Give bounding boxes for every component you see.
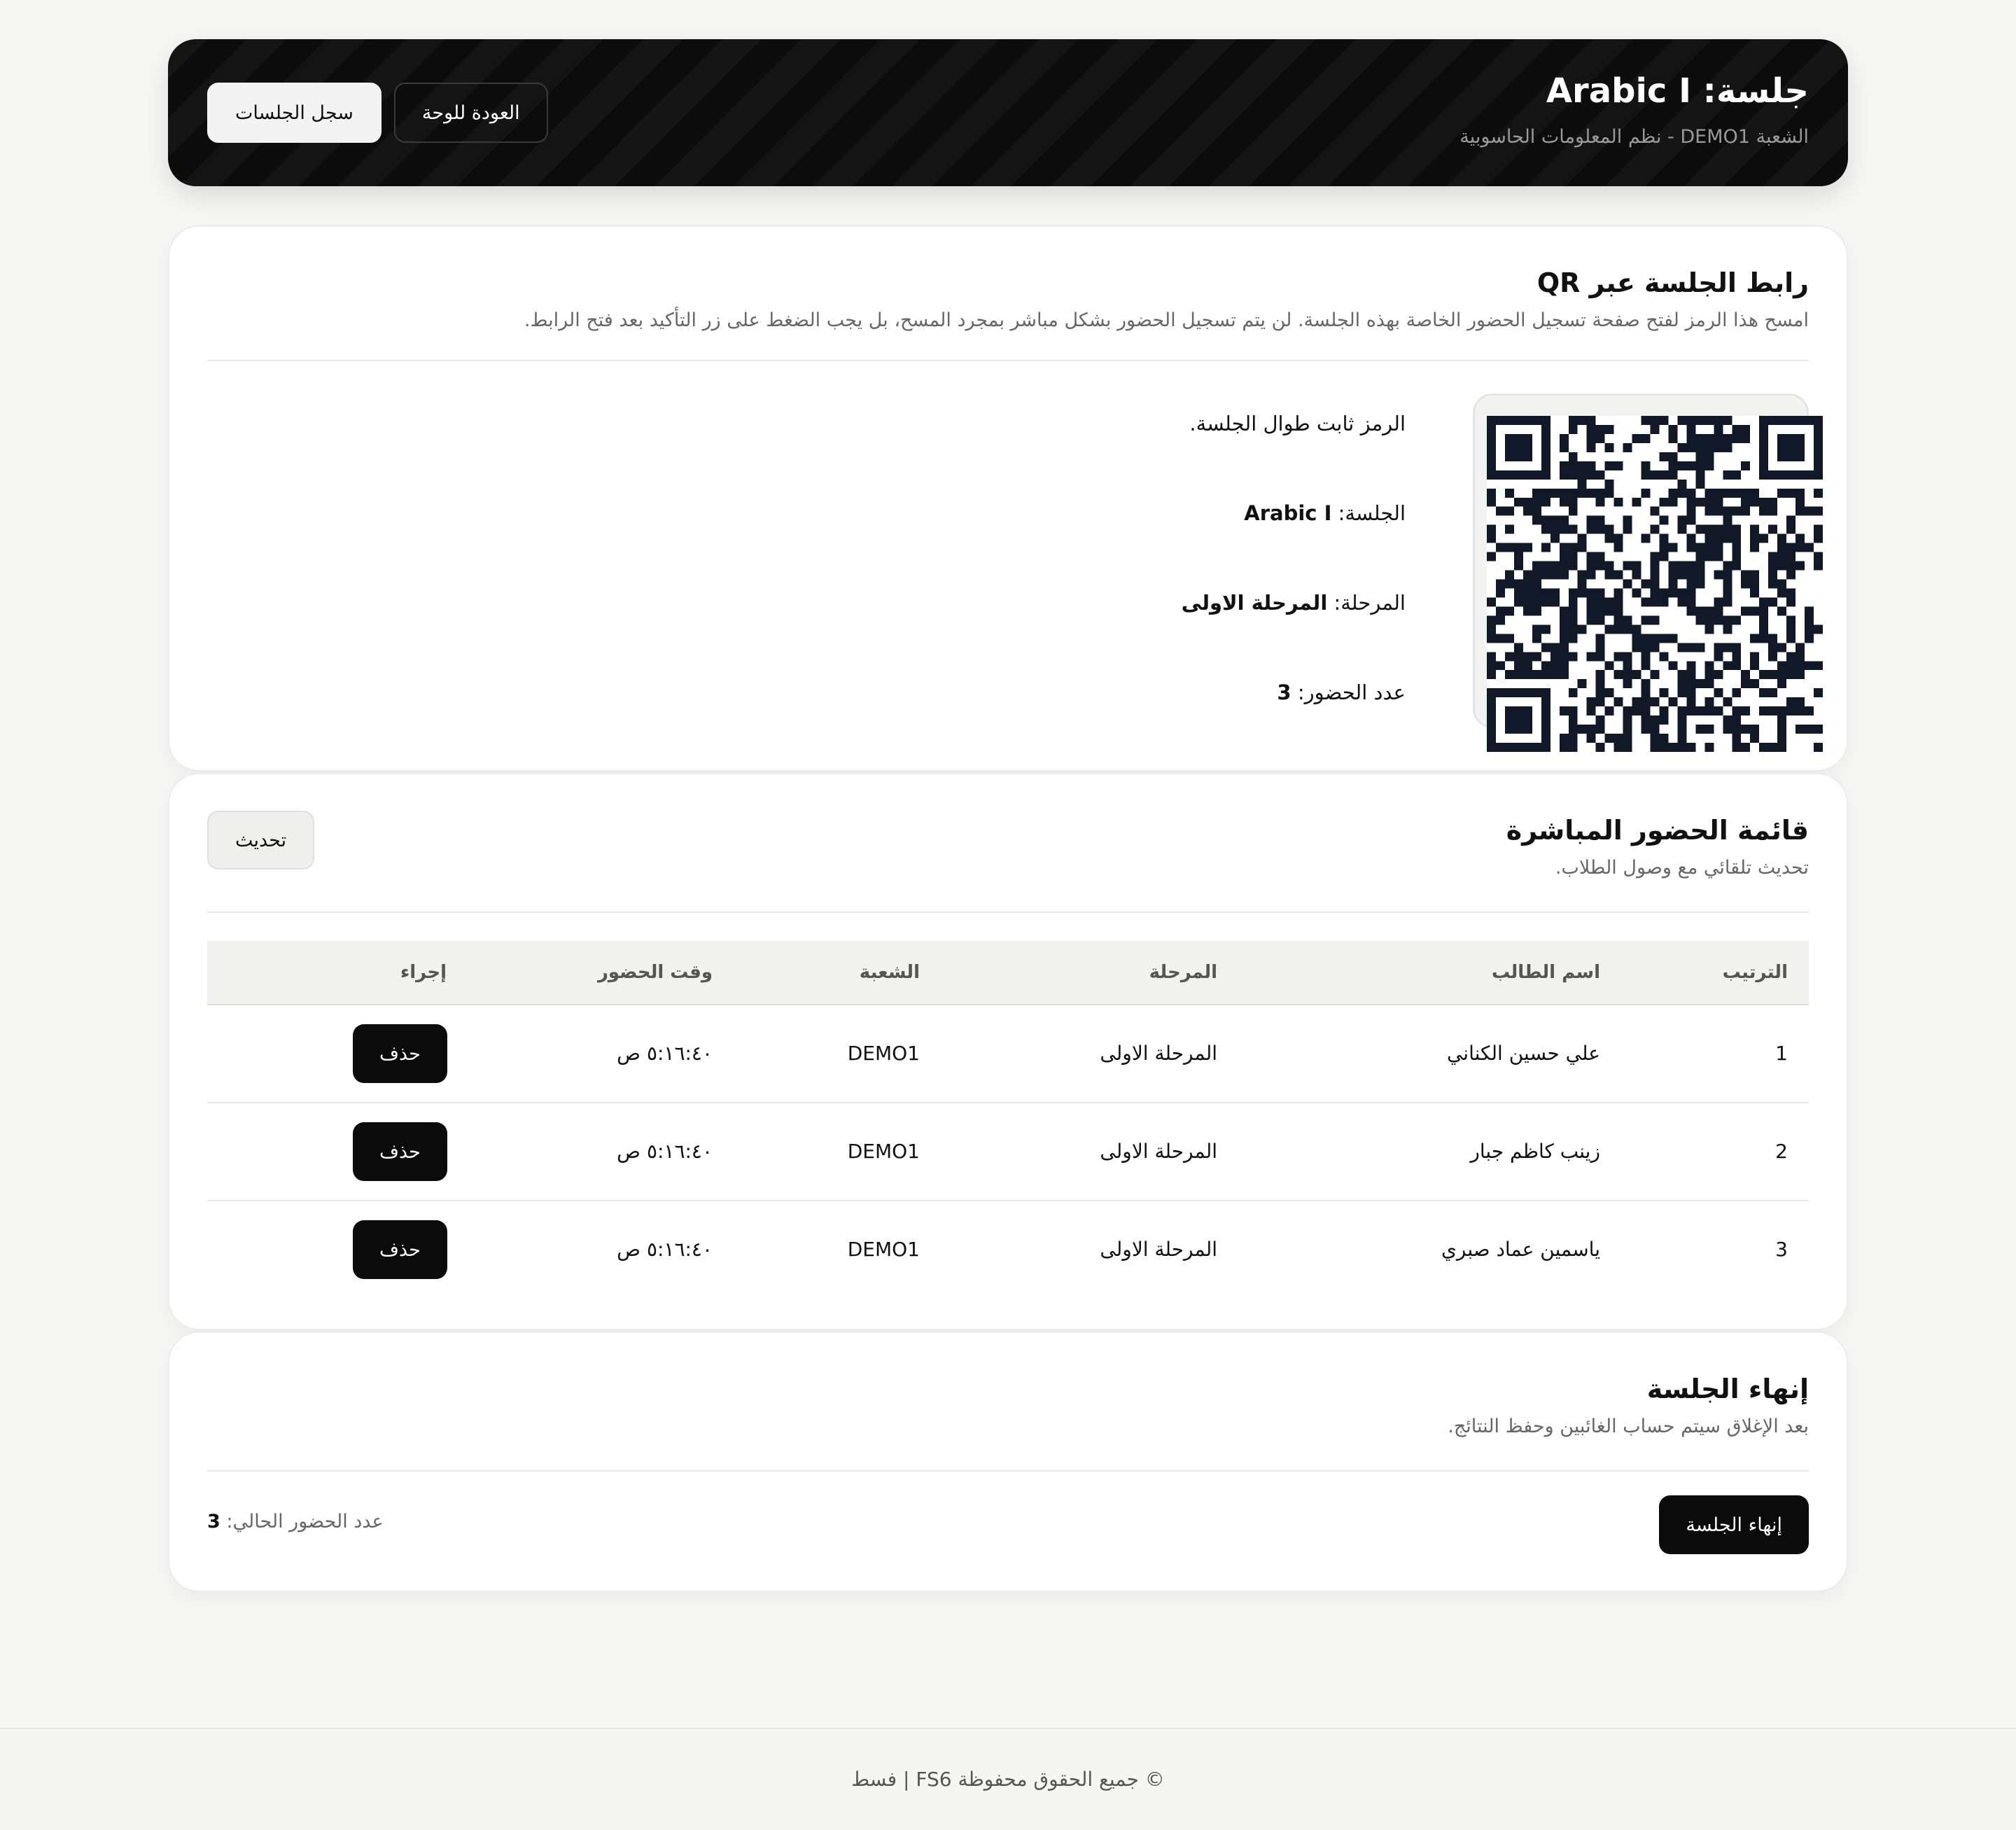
qr-code [1487,416,1823,752]
qr-card-title: رابط الجلسة عبر QR [1536,267,1809,298]
row-time: ٥:١٦:٤٠ ص [617,1140,713,1163]
session-info: الجلسة: Arabic I [1244,501,1406,525]
stage-info: المرحلة: المرحلة الاولى [1182,591,1406,615]
attendance-count-info: عدد الحضور: 3 [1277,680,1406,704]
page-title: جلسة: Arabic I [1546,71,1809,111]
row-student-name: زينب كاظم جبار [1470,1140,1600,1163]
row-student-name: علي حسين الكناني [1446,1042,1600,1065]
row-rank: 1 [1775,1042,1788,1065]
qr-card-description: امسح هذا الرمز لفتح صفحة تسجيل الحضور ال… [524,309,1809,331]
attendance-subtitle: تحديث تلقائي مع وصول الطلاب. [1555,857,1809,879]
stage-info-value: المرحلة الاولى [1181,591,1328,615]
end-session-card: إنهاء الجلسة بعد الإغلاق سيتم حساب الغائ… [168,1332,1848,1592]
table-row: 2 زينب كاظم جبار المرحلة الاولى DEMO1 ٥:… [207,1103,1809,1201]
table-row: 1 علي حسين الكناني المرحلة الاولى DEMO1 … [207,1005,1809,1103]
col-time: وقت الحضور [597,962,713,983]
table-header: الترتيب اسم الطالب المرحلة الشعبة وقت ال… [207,941,1809,1005]
row-rank: 3 [1775,1238,1788,1261]
refresh-button[interactable]: تحديث [207,811,315,869]
attendance-table: الترتيب اسم الطالب المرحلة الشعبة وقت ال… [207,941,1809,1298]
delete-button[interactable]: حذف [353,1220,447,1279]
divider [207,1470,1809,1472]
attendance-card: قائمة الحضور المباشرة تحديث تلقائي مع وص… [168,773,1848,1330]
footer-copyright: © جميع الحقوق محفوظة FS6 | فسط [851,1768,1165,1791]
delete-button[interactable]: حذف [353,1122,447,1181]
row-stage: المرحلة الاولى [1100,1238,1217,1261]
current-attendance-count: عدد الحضور الحالي: 3 [207,1511,384,1532]
page-subtitle: الشعبة DEMO1 - نظم المعلومات الحاسوبية [1460,126,1809,148]
attendance-count-label: عدد الحضور: [1297,680,1406,704]
footer: © جميع الحقوق محفوظة FS6 | فسط [0,1728,2016,1830]
row-stage: المرحلة الاولى [1100,1042,1217,1065]
current-attendance-label: عدد الحضور الحالي: [226,1511,384,1532]
header-actions: سجل الجلسات العودة للوحة [207,83,548,143]
row-stage: المرحلة الاولى [1100,1140,1217,1163]
current-attendance-value: 3 [207,1511,220,1532]
row-section: DEMO1 [847,1238,920,1261]
col-section: الشعبة [859,962,920,983]
attendance-title: قائمة الحضور المباشرة [1506,815,1809,846]
back-to-dashboard-button[interactable]: العودة للوحة [393,83,548,143]
divider [207,911,1809,913]
row-section: DEMO1 [847,1042,920,1065]
row-time: ٥:١٦:٤٠ ص [617,1238,713,1261]
sessions-log-button[interactable]: سجل الجلسات [207,83,382,143]
attendance-count-value: 3 [1277,680,1292,704]
stage-info-label: المرحلة: [1334,591,1406,615]
session-info-value: Arabic I [1244,501,1332,525]
qr-code-icon [1487,416,1823,752]
session-info-label: الجلسة: [1338,501,1406,525]
divider [207,360,1809,361]
col-name: اسم الطالب [1492,962,1600,983]
row-rank: 2 [1775,1140,1788,1163]
col-rank: الترتيب [1722,962,1788,983]
page-container: جلسة: Arabic I الشعبة DEMO1 - نظم المعلو… [168,39,1848,1592]
row-student-name: ياسمين عماد صبري [1441,1238,1600,1261]
row-time: ٥:١٦:٤٠ ص [617,1042,713,1065]
table-row: 3 ياسمين عماد صبري المرحلة الاولى DEMO1 … [207,1201,1809,1298]
end-session-button[interactable]: إنهاء الجلسة [1659,1495,1809,1554]
col-action: إجراء [400,962,447,983]
qr-card: رابط الجلسة عبر QR امسح هذا الرمز لفتح ص… [168,225,1848,771]
row-section: DEMO1 [847,1140,920,1163]
qr-static-note: الرمز ثابت طوال الجلسة. [1189,412,1406,435]
session-header: جلسة: Arabic I الشعبة DEMO1 - نظم المعلو… [168,39,1848,186]
delete-button[interactable]: حذف [353,1024,447,1083]
end-session-subtitle: بعد الإغلاق سيتم حساب الغائبين وحفظ النت… [1448,1416,1809,1437]
end-session-title: إنهاء الجلسة [1646,1374,1809,1404]
col-stage: المرحلة [1149,962,1217,983]
